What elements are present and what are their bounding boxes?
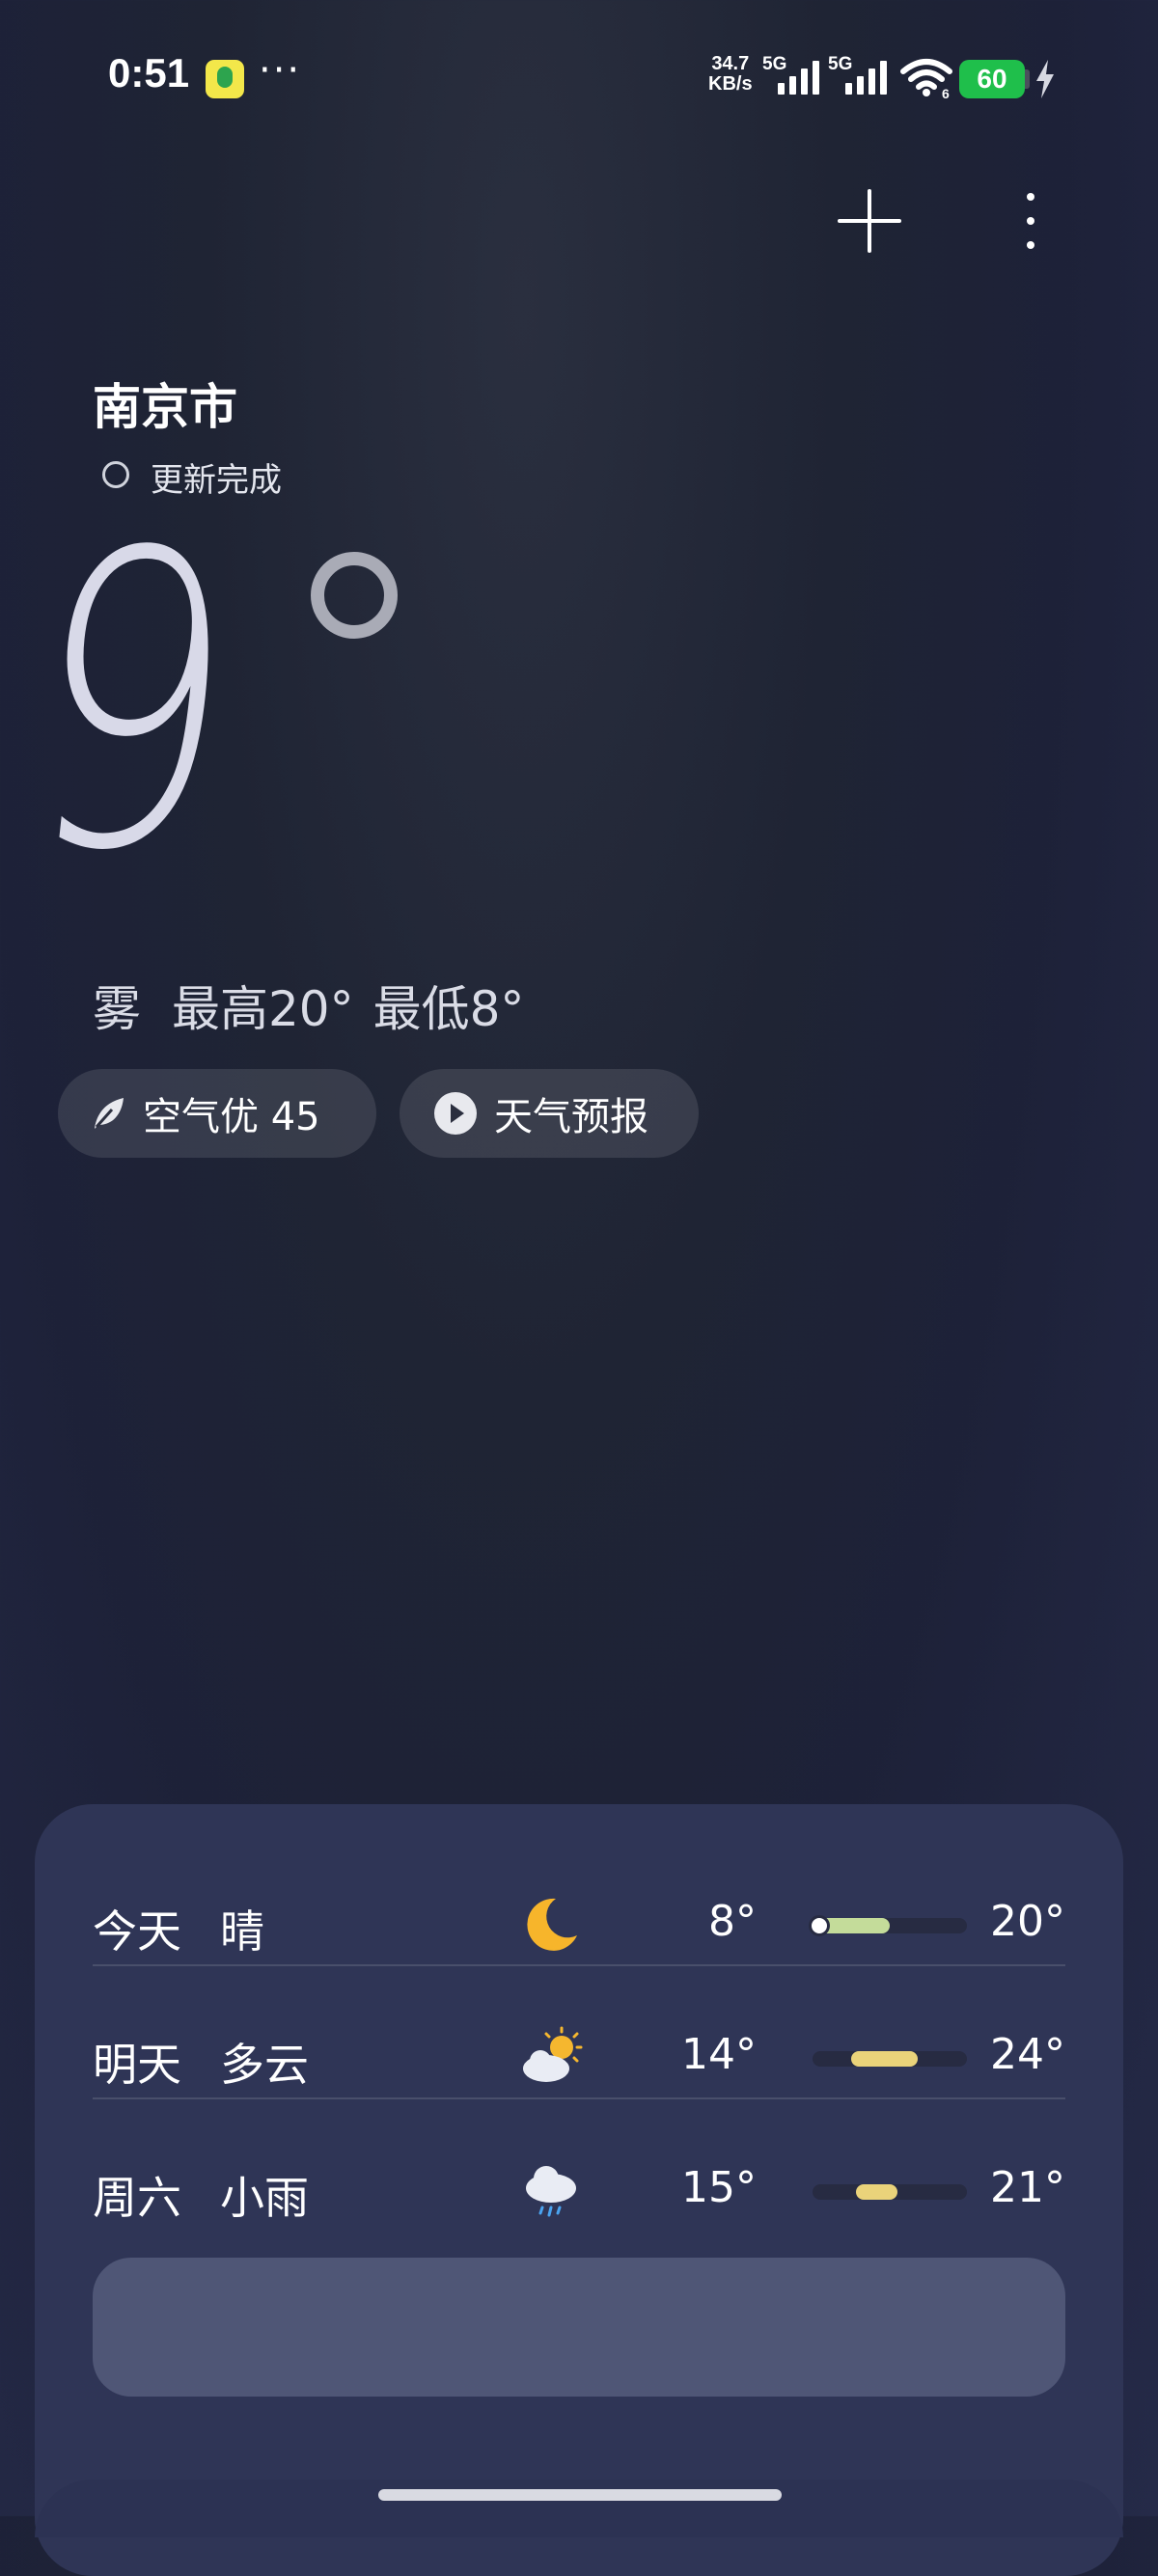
forecast-day: 今天 xyxy=(93,1905,181,1958)
high-temp: 最高20° xyxy=(172,981,354,1037)
temp-range-fill xyxy=(851,2051,918,2067)
forecast-condition: 多云 xyxy=(220,2039,309,2091)
forecast-low: 14° xyxy=(681,2030,757,2079)
row-divider xyxy=(93,2097,1065,2099)
forecast-high: 20° xyxy=(990,1897,1065,1946)
condition-text: 雾 xyxy=(93,981,141,1037)
temp-range-fill xyxy=(855,2184,897,2200)
degree-symbol-icon xyxy=(311,552,398,639)
forecast-row[interactable]: 明天 多云 14° 24° xyxy=(93,1989,1065,2123)
air-quality-chip[interactable]: 空气优 45 xyxy=(58,1069,376,1158)
air-quality-label: 空气优 45 xyxy=(143,1095,320,1139)
city-name[interactable]: 南京市 xyxy=(93,369,237,438)
temp-range-bar xyxy=(809,1915,967,1936)
play-icon xyxy=(434,1092,477,1135)
light-rain-icon xyxy=(526,2166,576,2217)
forecast-row[interactable]: 今天 晴 8° 20° xyxy=(93,1856,1065,1989)
partly-cloudy-icon xyxy=(523,2026,583,2082)
temp-range-bar xyxy=(813,2184,967,2200)
content-placeholder-box[interactable] xyxy=(93,2258,1065,2397)
forecast-high: 24° xyxy=(990,2030,1065,2079)
app-notification-icon xyxy=(206,60,244,98)
forecast-high: 21° xyxy=(990,2163,1065,2212)
condition-summary: 雾最高20° 最低8° xyxy=(93,971,555,1040)
wifi-icon: 6 xyxy=(900,59,952,98)
net-speed-value: 34.7 xyxy=(711,53,750,74)
battery-tip xyxy=(1025,69,1030,89)
status-time: 0:51 xyxy=(108,50,190,96)
home-indicator[interactable] xyxy=(378,2489,782,2501)
next-card-edge xyxy=(35,2480,1123,2537)
signal-bars-2-icon xyxy=(845,60,887,95)
row-divider xyxy=(93,1964,1065,1966)
leaf-icon xyxy=(95,1098,124,1129)
wifi-number: 6 xyxy=(942,86,950,98)
net-speed-unit: KB/s xyxy=(708,73,753,95)
current-temperature: 9 xyxy=(6,468,250,940)
forecast-condition: 小雨 xyxy=(220,2172,309,2224)
forecast-condition: 晴 xyxy=(220,1905,264,1958)
forecast-low: 8° xyxy=(708,1897,757,1946)
forecast-row[interactable]: 周六 小雨 15° 21° xyxy=(93,2123,1065,2256)
forecast-low: 15° xyxy=(681,2163,757,2212)
daily-forecast-card: 今天 晴 8° 20° 明天 多云 14° 24° 周六 小雨 15° 21° xyxy=(35,1804,1123,2576)
low-temp: 最低8° xyxy=(372,981,525,1037)
charging-bolt-icon xyxy=(1036,60,1054,98)
forecast-day: 周六 xyxy=(93,2172,181,2224)
add-city-button[interactable] xyxy=(838,189,901,253)
signal-bars-1-icon xyxy=(778,60,819,95)
more-notifications-icon: ··· xyxy=(259,48,302,93)
network-speed: 34.7 KB/s xyxy=(708,54,753,95)
weather-forecast-video-chip[interactable]: 天气预报 xyxy=(400,1069,699,1158)
forecast-day: 明天 xyxy=(93,2039,181,2091)
forecast-video-label: 天气预报 xyxy=(494,1095,648,1139)
temp-range-bar xyxy=(813,2051,967,2067)
moon-icon xyxy=(527,1898,577,1951)
more-options-button[interactable] xyxy=(1013,189,1048,253)
battery-icon: 60 xyxy=(959,60,1025,98)
current-temp-marker xyxy=(809,1915,830,1936)
